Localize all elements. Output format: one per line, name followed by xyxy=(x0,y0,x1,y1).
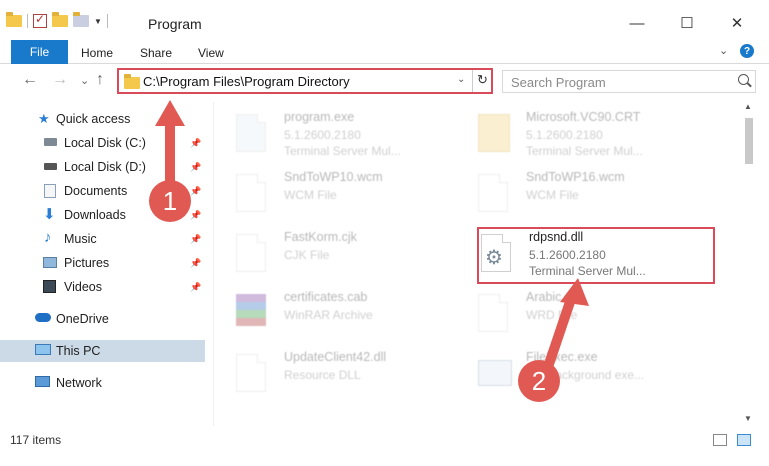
step-2-badge: 2 xyxy=(518,360,560,402)
step-1-badge: 1 xyxy=(149,180,191,222)
annotation-arrows xyxy=(155,100,589,375)
